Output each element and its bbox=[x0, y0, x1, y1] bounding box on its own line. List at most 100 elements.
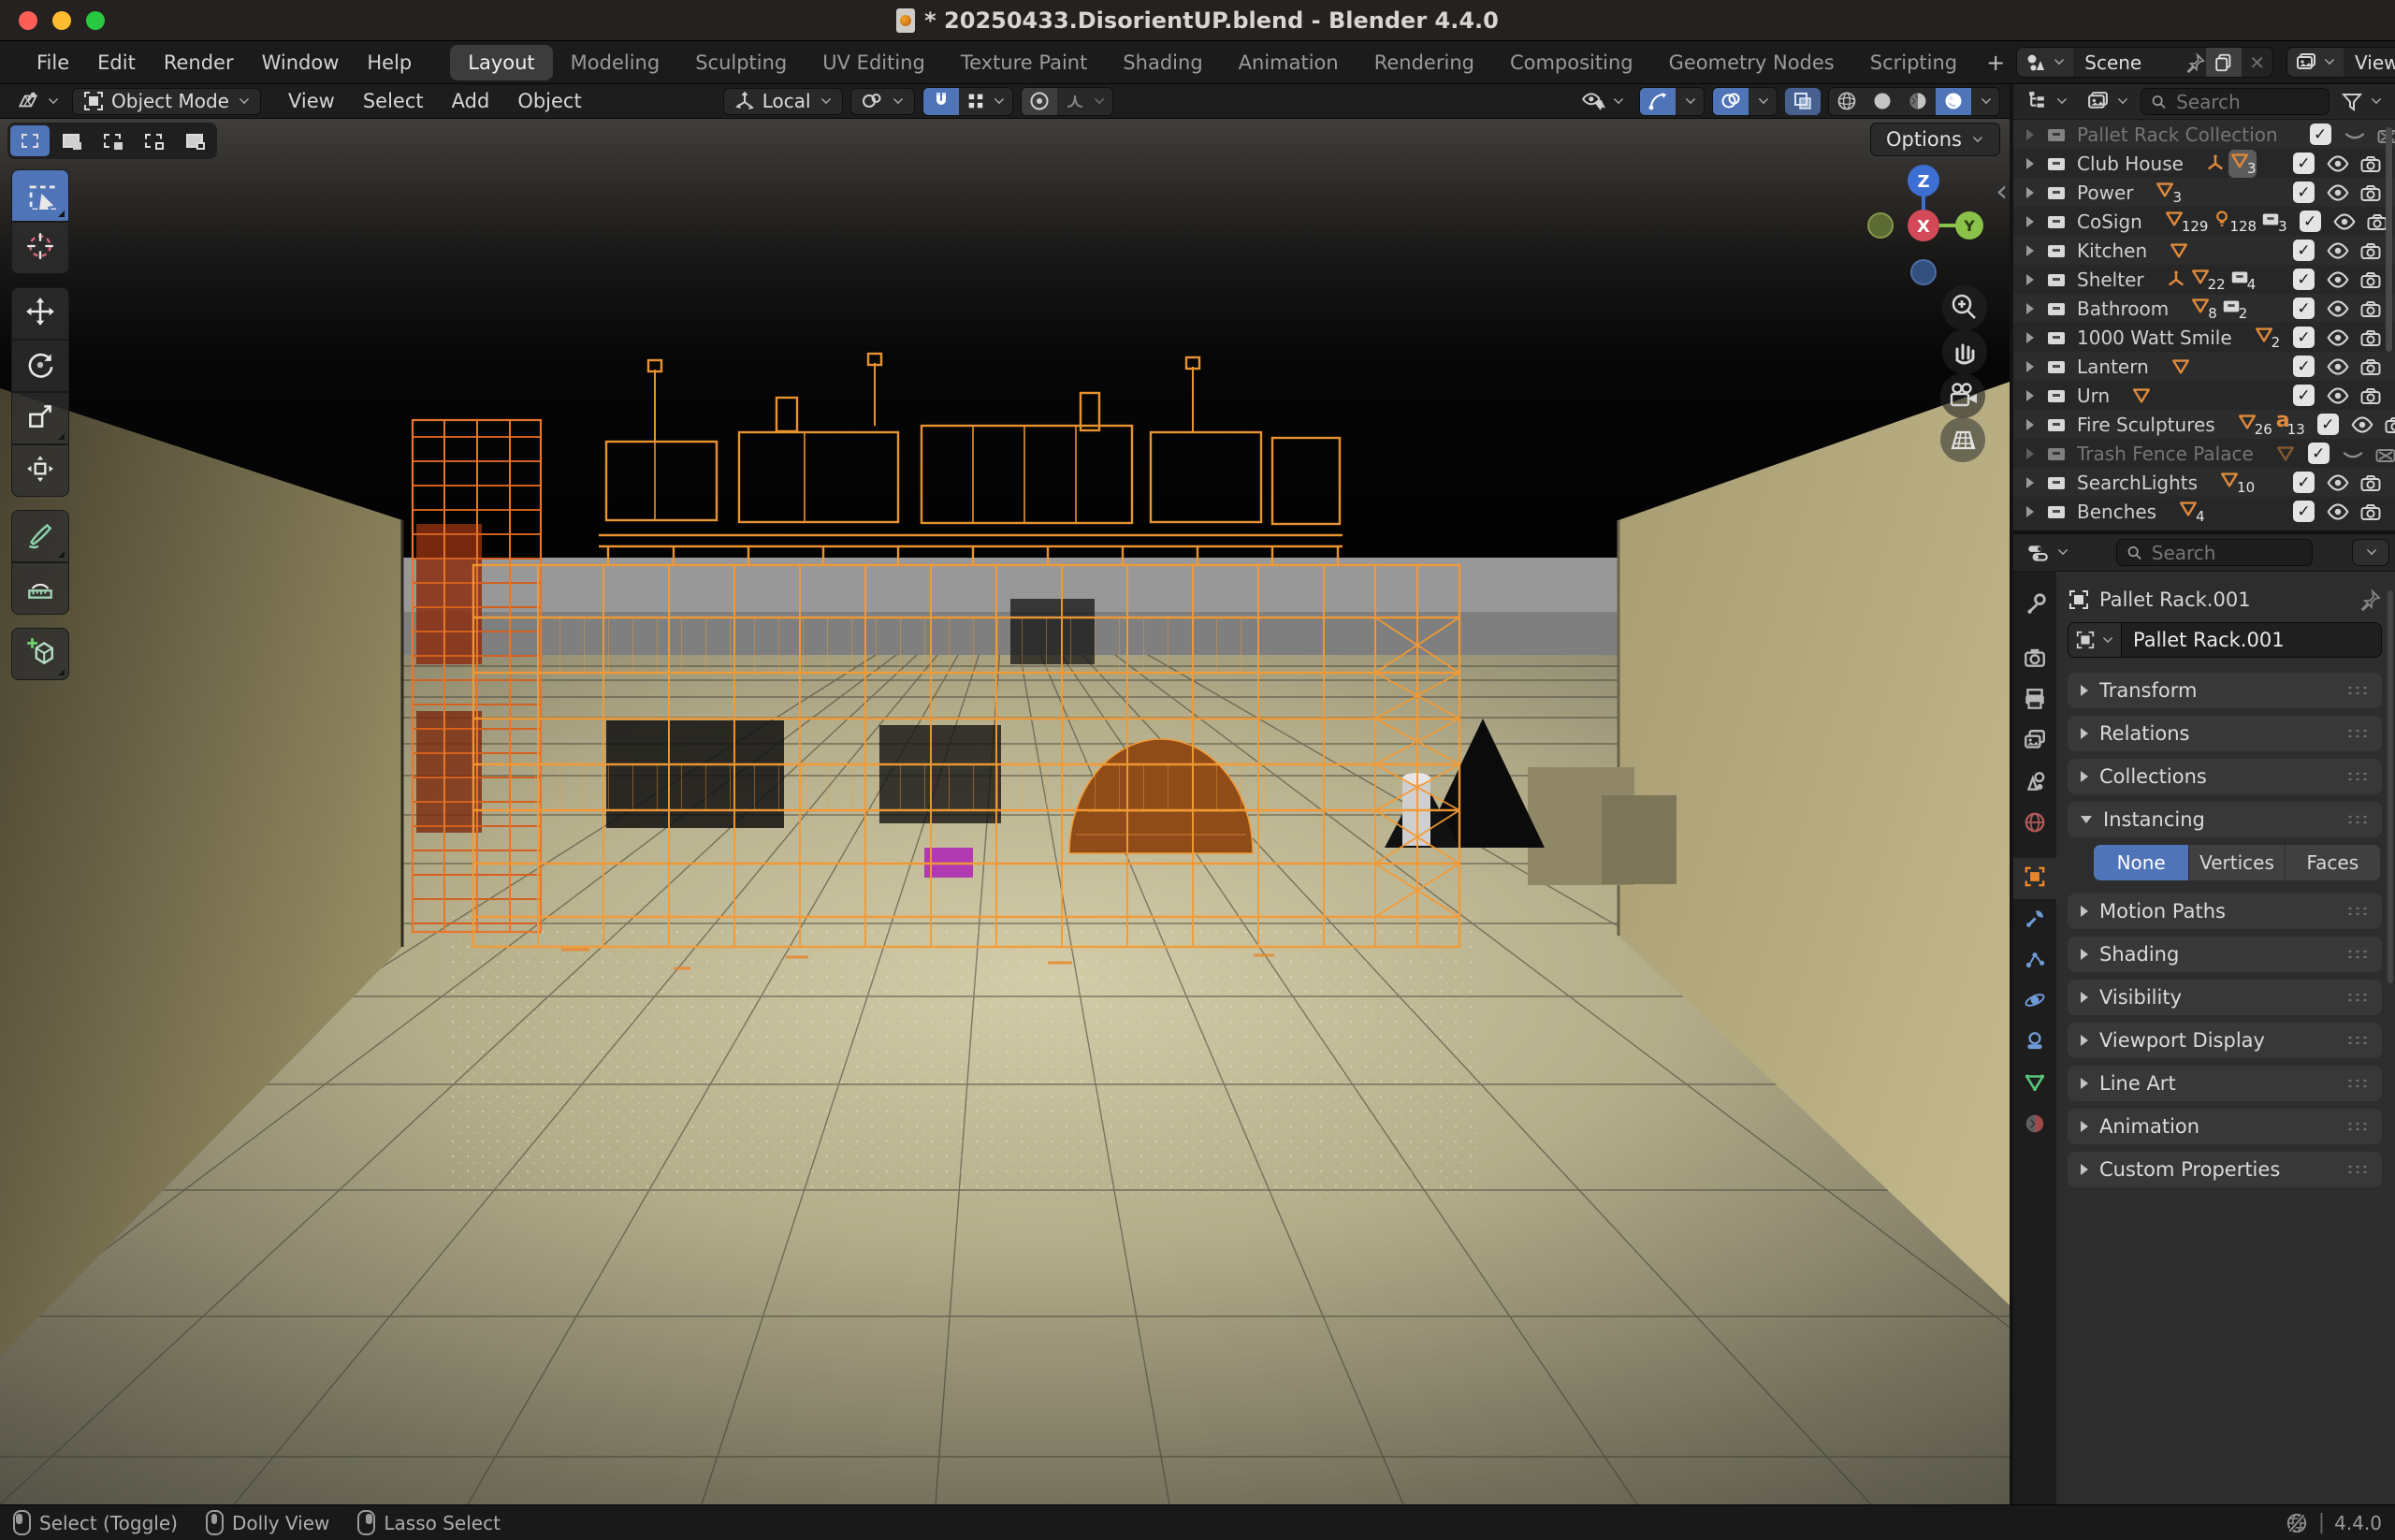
select-mode-extend-button[interactable] bbox=[51, 125, 91, 156]
outliner-row-shelter[interactable]: Shelter 224 ✓ bbox=[2013, 265, 2395, 294]
panel-drag-grip[interactable] bbox=[2346, 771, 2369, 782]
camera-enabled-icon[interactable] bbox=[2359, 298, 2382, 320]
select-mode-subtract-button[interactable] bbox=[93, 125, 132, 156]
properties-tab-render[interactable] bbox=[2013, 639, 2056, 680]
outliner-row-cosign[interactable]: CoSign 1291283 ✓ bbox=[2013, 207, 2395, 236]
collection-name[interactable]: CoSign bbox=[2077, 211, 2142, 233]
eye-open-icon[interactable] bbox=[2326, 326, 2350, 350]
exclude-checkbox[interactable]: ✓ bbox=[2310, 123, 2331, 145]
menu-edit[interactable]: Edit bbox=[83, 47, 150, 79]
scene-name[interactable]: Scene bbox=[2073, 51, 2185, 74]
outliner-search-input[interactable] bbox=[2174, 90, 2319, 114]
exclude-checkbox[interactable]: ✓ bbox=[2293, 385, 2315, 406]
panel-drag-grip[interactable] bbox=[2346, 992, 2369, 1003]
expand-chevron-icon[interactable] bbox=[2026, 390, 2034, 401]
workspace-tab-modeling[interactable]: Modeling bbox=[553, 45, 678, 80]
outliner-row-urn[interactable]: Urn ✓ bbox=[2013, 381, 2395, 410]
eye-closed-icon[interactable] bbox=[2343, 123, 2367, 147]
collection-name[interactable]: 1000 Watt Smile bbox=[2077, 327, 2232, 349]
tool-scale-button[interactable] bbox=[11, 392, 69, 444]
expand-chevron-icon[interactable] bbox=[2026, 448, 2034, 459]
expand-chevron-icon[interactable] bbox=[2026, 477, 2034, 488]
workspace-tab-scripting[interactable]: Scripting bbox=[1852, 45, 1975, 80]
instancing-faces-button[interactable]: Faces bbox=[2286, 845, 2380, 880]
expand-chevron-icon[interactable] bbox=[2026, 303, 2034, 314]
panel-relations[interactable]: Relations bbox=[2068, 716, 2382, 751]
menu-file[interactable]: File bbox=[22, 47, 83, 79]
panel-drag-grip[interactable] bbox=[2346, 906, 2369, 917]
tool-transform-button[interactable] bbox=[11, 444, 69, 497]
workspace-tab-shading[interactable]: Shading bbox=[1105, 45, 1220, 80]
workspace-tab-sculpting[interactable]: Sculpting bbox=[677, 45, 805, 80]
expand-chevron-icon[interactable] bbox=[2026, 419, 2034, 430]
outliner-scrollbar[interactable] bbox=[2386, 127, 2392, 352]
mode-dropdown[interactable]: Object Mode bbox=[72, 88, 261, 115]
eye-closed-icon[interactable] bbox=[2341, 442, 2365, 466]
eye-open-icon[interactable] bbox=[2326, 500, 2350, 524]
snap-toggle[interactable] bbox=[923, 88, 959, 115]
outliner-row-kitchen[interactable]: Kitchen ✓ bbox=[2013, 236, 2395, 265]
exclude-checkbox[interactable]: ✓ bbox=[2293, 182, 2315, 203]
eye-open-icon[interactable] bbox=[2326, 268, 2350, 292]
workspace-tab-compositing[interactable]: Compositing bbox=[1492, 45, 1651, 80]
tool-move-button[interactable] bbox=[11, 287, 69, 340]
falloff-dropdown[interactable] bbox=[1057, 88, 1112, 115]
properties-tab-tool[interactable] bbox=[2013, 585, 2056, 626]
object-name-input[interactable] bbox=[2122, 629, 2382, 651]
pin-icon[interactable] bbox=[2359, 588, 2382, 611]
collection-name[interactable]: Pallet Rack Collection bbox=[2077, 123, 2278, 146]
exclude-checkbox[interactable]: ✓ bbox=[2293, 153, 2315, 174]
collection-name[interactable]: Lantern bbox=[2077, 356, 2149, 378]
shading-wireframe-button[interactable] bbox=[1829, 88, 1865, 115]
camera-disabled-icon[interactable] bbox=[2374, 443, 2395, 465]
outliner-row-1000-watt-smile[interactable]: 1000 Watt Smile 2 ✓ bbox=[2013, 323, 2395, 352]
select-mode-set-button[interactable] bbox=[10, 125, 50, 156]
instancing-none-button[interactable]: None bbox=[2094, 845, 2188, 880]
expand-chevron-icon[interactable] bbox=[2026, 361, 2034, 372]
select-mode-intersect-button[interactable] bbox=[175, 125, 214, 156]
workspace-add-button[interactable]: + bbox=[1975, 46, 2016, 80]
sidebar-collapse-icon[interactable]: ‹ bbox=[1996, 173, 2008, 209]
panel-collections[interactable]: Collections bbox=[2068, 759, 2382, 794]
collection-name[interactable]: Trash Fence Palace bbox=[2077, 443, 2254, 465]
proportional-editing-toggle[interactable] bbox=[1022, 88, 1057, 115]
eye-open-icon[interactable] bbox=[2350, 413, 2374, 437]
workspace-tab-texture-paint[interactable]: Texture Paint bbox=[943, 45, 1106, 80]
eye-open-icon[interactable] bbox=[2326, 384, 2350, 408]
instancing-vertices-button[interactable]: Vertices bbox=[2189, 845, 2284, 880]
exclude-checkbox[interactable]: ✓ bbox=[2293, 472, 2315, 493]
exclude-checkbox[interactable]: ✓ bbox=[2300, 211, 2321, 232]
show-overlays-toggle[interactable] bbox=[1713, 88, 1749, 115]
scene-browse-button[interactable] bbox=[2017, 48, 2073, 77]
overlays-dropdown[interactable] bbox=[1749, 88, 1777, 115]
viewlayer-browse-button[interactable] bbox=[2287, 48, 2344, 77]
camera-enabled-icon[interactable] bbox=[2359, 385, 2382, 407]
outliner-search[interactable] bbox=[2141, 88, 2330, 115]
expand-chevron-icon[interactable] bbox=[2026, 332, 2034, 343]
menu-render[interactable]: Render bbox=[150, 47, 248, 79]
workspace-tab-rendering[interactable]: Rendering bbox=[1357, 45, 1492, 80]
properties-tab-modifiers[interactable] bbox=[2013, 899, 2056, 940]
shading-dropdown[interactable] bbox=[1971, 88, 1999, 115]
object-id-browse[interactable] bbox=[2068, 623, 2122, 657]
eye-open-icon[interactable] bbox=[2326, 181, 2350, 205]
properties-tab-object-data[interactable] bbox=[2013, 1064, 2056, 1105]
collection-name[interactable]: Club House bbox=[2077, 153, 2184, 175]
panel-drag-grip[interactable] bbox=[2346, 814, 2369, 825]
outliner-row-club-house[interactable]: Club House 3 ✓ bbox=[2013, 149, 2395, 178]
panel-drag-grip[interactable] bbox=[2346, 949, 2369, 960]
options-button[interactable]: Options bbox=[1870, 123, 2000, 156]
properties-tab-scene[interactable] bbox=[2013, 763, 2056, 804]
camera-enabled-icon[interactable] bbox=[2359, 269, 2382, 291]
pan-view-button[interactable] bbox=[1942, 329, 1987, 374]
collection-name[interactable]: Fire Sculptures bbox=[2077, 414, 2215, 436]
eye-open-icon[interactable] bbox=[2332, 210, 2357, 234]
workspace-tab-uv-editing[interactable]: UV Editing bbox=[805, 45, 943, 80]
outliner-row-pallet-rack-collection[interactable]: Pallet Rack Collection ✓ bbox=[2013, 120, 2395, 149]
workspace-tab-layout[interactable]: Layout bbox=[450, 45, 552, 80]
minimize-window-button[interactable] bbox=[52, 11, 71, 30]
viewport-3d[interactable]: Object Mode ViewSelectAddObject Local bbox=[0, 84, 2010, 1504]
network-offline-icon[interactable] bbox=[2285, 1511, 2309, 1535]
workspace-tab-animation[interactable]: Animation bbox=[1221, 45, 1357, 80]
exclude-checkbox[interactable]: ✓ bbox=[2293, 269, 2315, 290]
